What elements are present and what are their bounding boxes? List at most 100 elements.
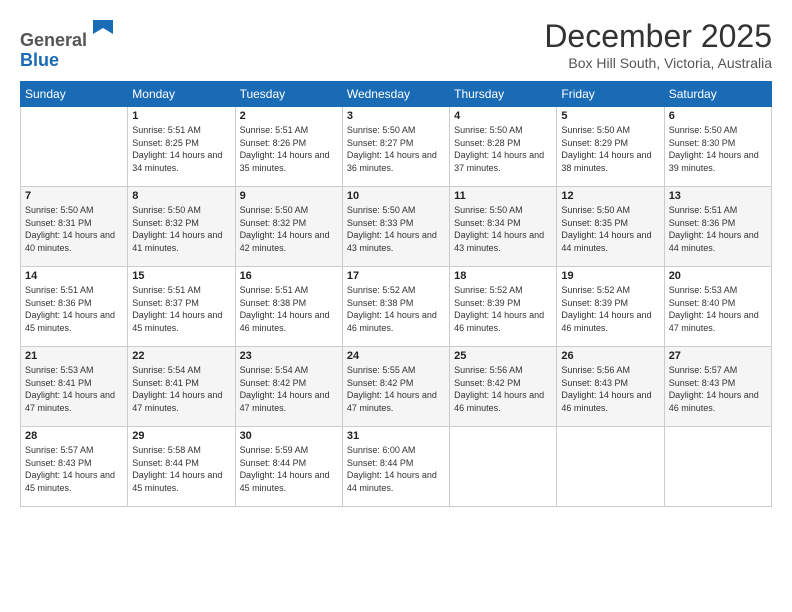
day-info: Sunrise: 5:50 AMSunset: 8:31 PMDaylight:… [25, 204, 123, 254]
calendar-cell: 20 Sunrise: 5:53 AMSunset: 8:40 PMDaylig… [664, 267, 771, 347]
day-number: 2 [240, 110, 338, 122]
day-number: 5 [561, 110, 659, 122]
day-number: 22 [132, 350, 230, 362]
location-subtitle: Box Hill South, Victoria, Australia [544, 55, 772, 71]
day-number: 21 [25, 350, 123, 362]
day-number: 15 [132, 270, 230, 282]
day-number: 4 [454, 110, 552, 122]
calendar-cell [450, 427, 557, 507]
calendar-cell: 18 Sunrise: 5:52 AMSunset: 8:39 PMDaylig… [450, 267, 557, 347]
day-number: 28 [25, 430, 123, 442]
calendar-cell: 22 Sunrise: 5:54 AMSunset: 8:41 PMDaylig… [128, 347, 235, 427]
day-info: Sunrise: 5:58 AMSunset: 8:44 PMDaylight:… [132, 444, 230, 494]
day-info: Sunrise: 5:53 AMSunset: 8:41 PMDaylight:… [25, 364, 123, 414]
logo-general: General [20, 30, 87, 50]
calendar-cell: 25 Sunrise: 5:56 AMSunset: 8:42 PMDaylig… [450, 347, 557, 427]
calendar-cell [557, 427, 664, 507]
calendar-cell: 13 Sunrise: 5:51 AMSunset: 8:36 PMDaylig… [664, 187, 771, 267]
header-thursday: Thursday [450, 82, 557, 107]
calendar-cell: 17 Sunrise: 5:52 AMSunset: 8:38 PMDaylig… [342, 267, 449, 347]
day-number: 8 [132, 190, 230, 202]
day-number: 27 [669, 350, 767, 362]
day-number: 6 [669, 110, 767, 122]
day-info: Sunrise: 5:50 AMSunset: 8:35 PMDaylight:… [561, 204, 659, 254]
day-info: Sunrise: 5:50 AMSunset: 8:34 PMDaylight:… [454, 204, 552, 254]
day-info: Sunrise: 5:50 AMSunset: 8:33 PMDaylight:… [347, 204, 445, 254]
logo-flag-icon [89, 18, 117, 46]
day-info: Sunrise: 5:51 AMSunset: 8:38 PMDaylight:… [240, 284, 338, 334]
day-number: 11 [454, 190, 552, 202]
title-section: December 2025 Box Hill South, Victoria, … [544, 18, 772, 71]
day-info: Sunrise: 5:50 AMSunset: 8:28 PMDaylight:… [454, 124, 552, 174]
calendar-cell: 21 Sunrise: 5:53 AMSunset: 8:41 PMDaylig… [21, 347, 128, 427]
calendar-cell: 4 Sunrise: 5:50 AMSunset: 8:28 PMDayligh… [450, 107, 557, 187]
calendar-cell: 29 Sunrise: 5:58 AMSunset: 8:44 PMDaylig… [128, 427, 235, 507]
day-number: 26 [561, 350, 659, 362]
day-info: Sunrise: 5:56 AMSunset: 8:43 PMDaylight:… [561, 364, 659, 414]
calendar-cell: 6 Sunrise: 5:50 AMSunset: 8:30 PMDayligh… [664, 107, 771, 187]
month-title: December 2025 [544, 18, 772, 55]
calendar-cell: 30 Sunrise: 5:59 AMSunset: 8:44 PMDaylig… [235, 427, 342, 507]
day-number: 7 [25, 190, 123, 202]
calendar-cell: 3 Sunrise: 5:50 AMSunset: 8:27 PMDayligh… [342, 107, 449, 187]
day-info: Sunrise: 6:00 AMSunset: 8:44 PMDaylight:… [347, 444, 445, 494]
day-number: 13 [669, 190, 767, 202]
day-info: Sunrise: 5:54 AMSunset: 8:41 PMDaylight:… [132, 364, 230, 414]
calendar-cell [21, 107, 128, 187]
day-info: Sunrise: 5:51 AMSunset: 8:37 PMDaylight:… [132, 284, 230, 334]
calendar-cell: 1 Sunrise: 5:51 AMSunset: 8:25 PMDayligh… [128, 107, 235, 187]
calendar-cell: 24 Sunrise: 5:55 AMSunset: 8:42 PMDaylig… [342, 347, 449, 427]
calendar-cell: 31 Sunrise: 6:00 AMSunset: 8:44 PMDaylig… [342, 427, 449, 507]
week-row-2: 7 Sunrise: 5:50 AMSunset: 8:31 PMDayligh… [21, 187, 772, 267]
day-info: Sunrise: 5:57 AMSunset: 8:43 PMDaylight:… [25, 444, 123, 494]
day-info: Sunrise: 5:50 AMSunset: 8:30 PMDaylight:… [669, 124, 767, 174]
day-info: Sunrise: 5:56 AMSunset: 8:42 PMDaylight:… [454, 364, 552, 414]
day-info: Sunrise: 5:50 AMSunset: 8:27 PMDaylight:… [347, 124, 445, 174]
day-info: Sunrise: 5:59 AMSunset: 8:44 PMDaylight:… [240, 444, 338, 494]
day-info: Sunrise: 5:52 AMSunset: 8:39 PMDaylight:… [454, 284, 552, 334]
logo-blue: Blue [20, 50, 59, 70]
day-number: 14 [25, 270, 123, 282]
day-info: Sunrise: 5:51 AMSunset: 8:36 PMDaylight:… [669, 204, 767, 254]
calendar-cell: 5 Sunrise: 5:50 AMSunset: 8:29 PMDayligh… [557, 107, 664, 187]
calendar-cell: 9 Sunrise: 5:50 AMSunset: 8:32 PMDayligh… [235, 187, 342, 267]
day-info: Sunrise: 5:54 AMSunset: 8:42 PMDaylight:… [240, 364, 338, 414]
calendar-cell: 27 Sunrise: 5:57 AMSunset: 8:43 PMDaylig… [664, 347, 771, 427]
calendar-cell [664, 427, 771, 507]
day-info: Sunrise: 5:51 AMSunset: 8:26 PMDaylight:… [240, 124, 338, 174]
week-row-1: 1 Sunrise: 5:51 AMSunset: 8:25 PMDayligh… [21, 107, 772, 187]
weekday-header-row: Sunday Monday Tuesday Wednesday Thursday… [21, 82, 772, 107]
day-number: 17 [347, 270, 445, 282]
day-info: Sunrise: 5:50 AMSunset: 8:32 PMDaylight:… [132, 204, 230, 254]
header-wednesday: Wednesday [342, 82, 449, 107]
day-number: 16 [240, 270, 338, 282]
calendar-cell: 23 Sunrise: 5:54 AMSunset: 8:42 PMDaylig… [235, 347, 342, 427]
day-number: 12 [561, 190, 659, 202]
day-number: 25 [454, 350, 552, 362]
calendar-cell: 7 Sunrise: 5:50 AMSunset: 8:31 PMDayligh… [21, 187, 128, 267]
day-info: Sunrise: 5:57 AMSunset: 8:43 PMDaylight:… [669, 364, 767, 414]
day-number: 24 [347, 350, 445, 362]
header-friday: Friday [557, 82, 664, 107]
day-info: Sunrise: 5:53 AMSunset: 8:40 PMDaylight:… [669, 284, 767, 334]
day-info: Sunrise: 5:50 AMSunset: 8:29 PMDaylight:… [561, 124, 659, 174]
day-info: Sunrise: 5:51 AMSunset: 8:36 PMDaylight:… [25, 284, 123, 334]
calendar-cell: 19 Sunrise: 5:52 AMSunset: 8:39 PMDaylig… [557, 267, 664, 347]
day-number: 18 [454, 270, 552, 282]
day-number: 30 [240, 430, 338, 442]
header: General Blue December 2025 Box Hill Sout… [20, 18, 772, 71]
calendar-cell: 2 Sunrise: 5:51 AMSunset: 8:26 PMDayligh… [235, 107, 342, 187]
week-row-5: 28 Sunrise: 5:57 AMSunset: 8:43 PMDaylig… [21, 427, 772, 507]
day-info: Sunrise: 5:52 AMSunset: 8:38 PMDaylight:… [347, 284, 445, 334]
calendar-table: Sunday Monday Tuesday Wednesday Thursday… [20, 81, 772, 507]
day-number: 1 [132, 110, 230, 122]
header-saturday: Saturday [664, 82, 771, 107]
week-row-3: 14 Sunrise: 5:51 AMSunset: 8:36 PMDaylig… [21, 267, 772, 347]
day-info: Sunrise: 5:51 AMSunset: 8:25 PMDaylight:… [132, 124, 230, 174]
day-number: 9 [240, 190, 338, 202]
day-number: 31 [347, 430, 445, 442]
logo: General Blue [20, 18, 117, 71]
calendar-cell: 15 Sunrise: 5:51 AMSunset: 8:37 PMDaylig… [128, 267, 235, 347]
day-info: Sunrise: 5:52 AMSunset: 8:39 PMDaylight:… [561, 284, 659, 334]
calendar-cell: 8 Sunrise: 5:50 AMSunset: 8:32 PMDayligh… [128, 187, 235, 267]
